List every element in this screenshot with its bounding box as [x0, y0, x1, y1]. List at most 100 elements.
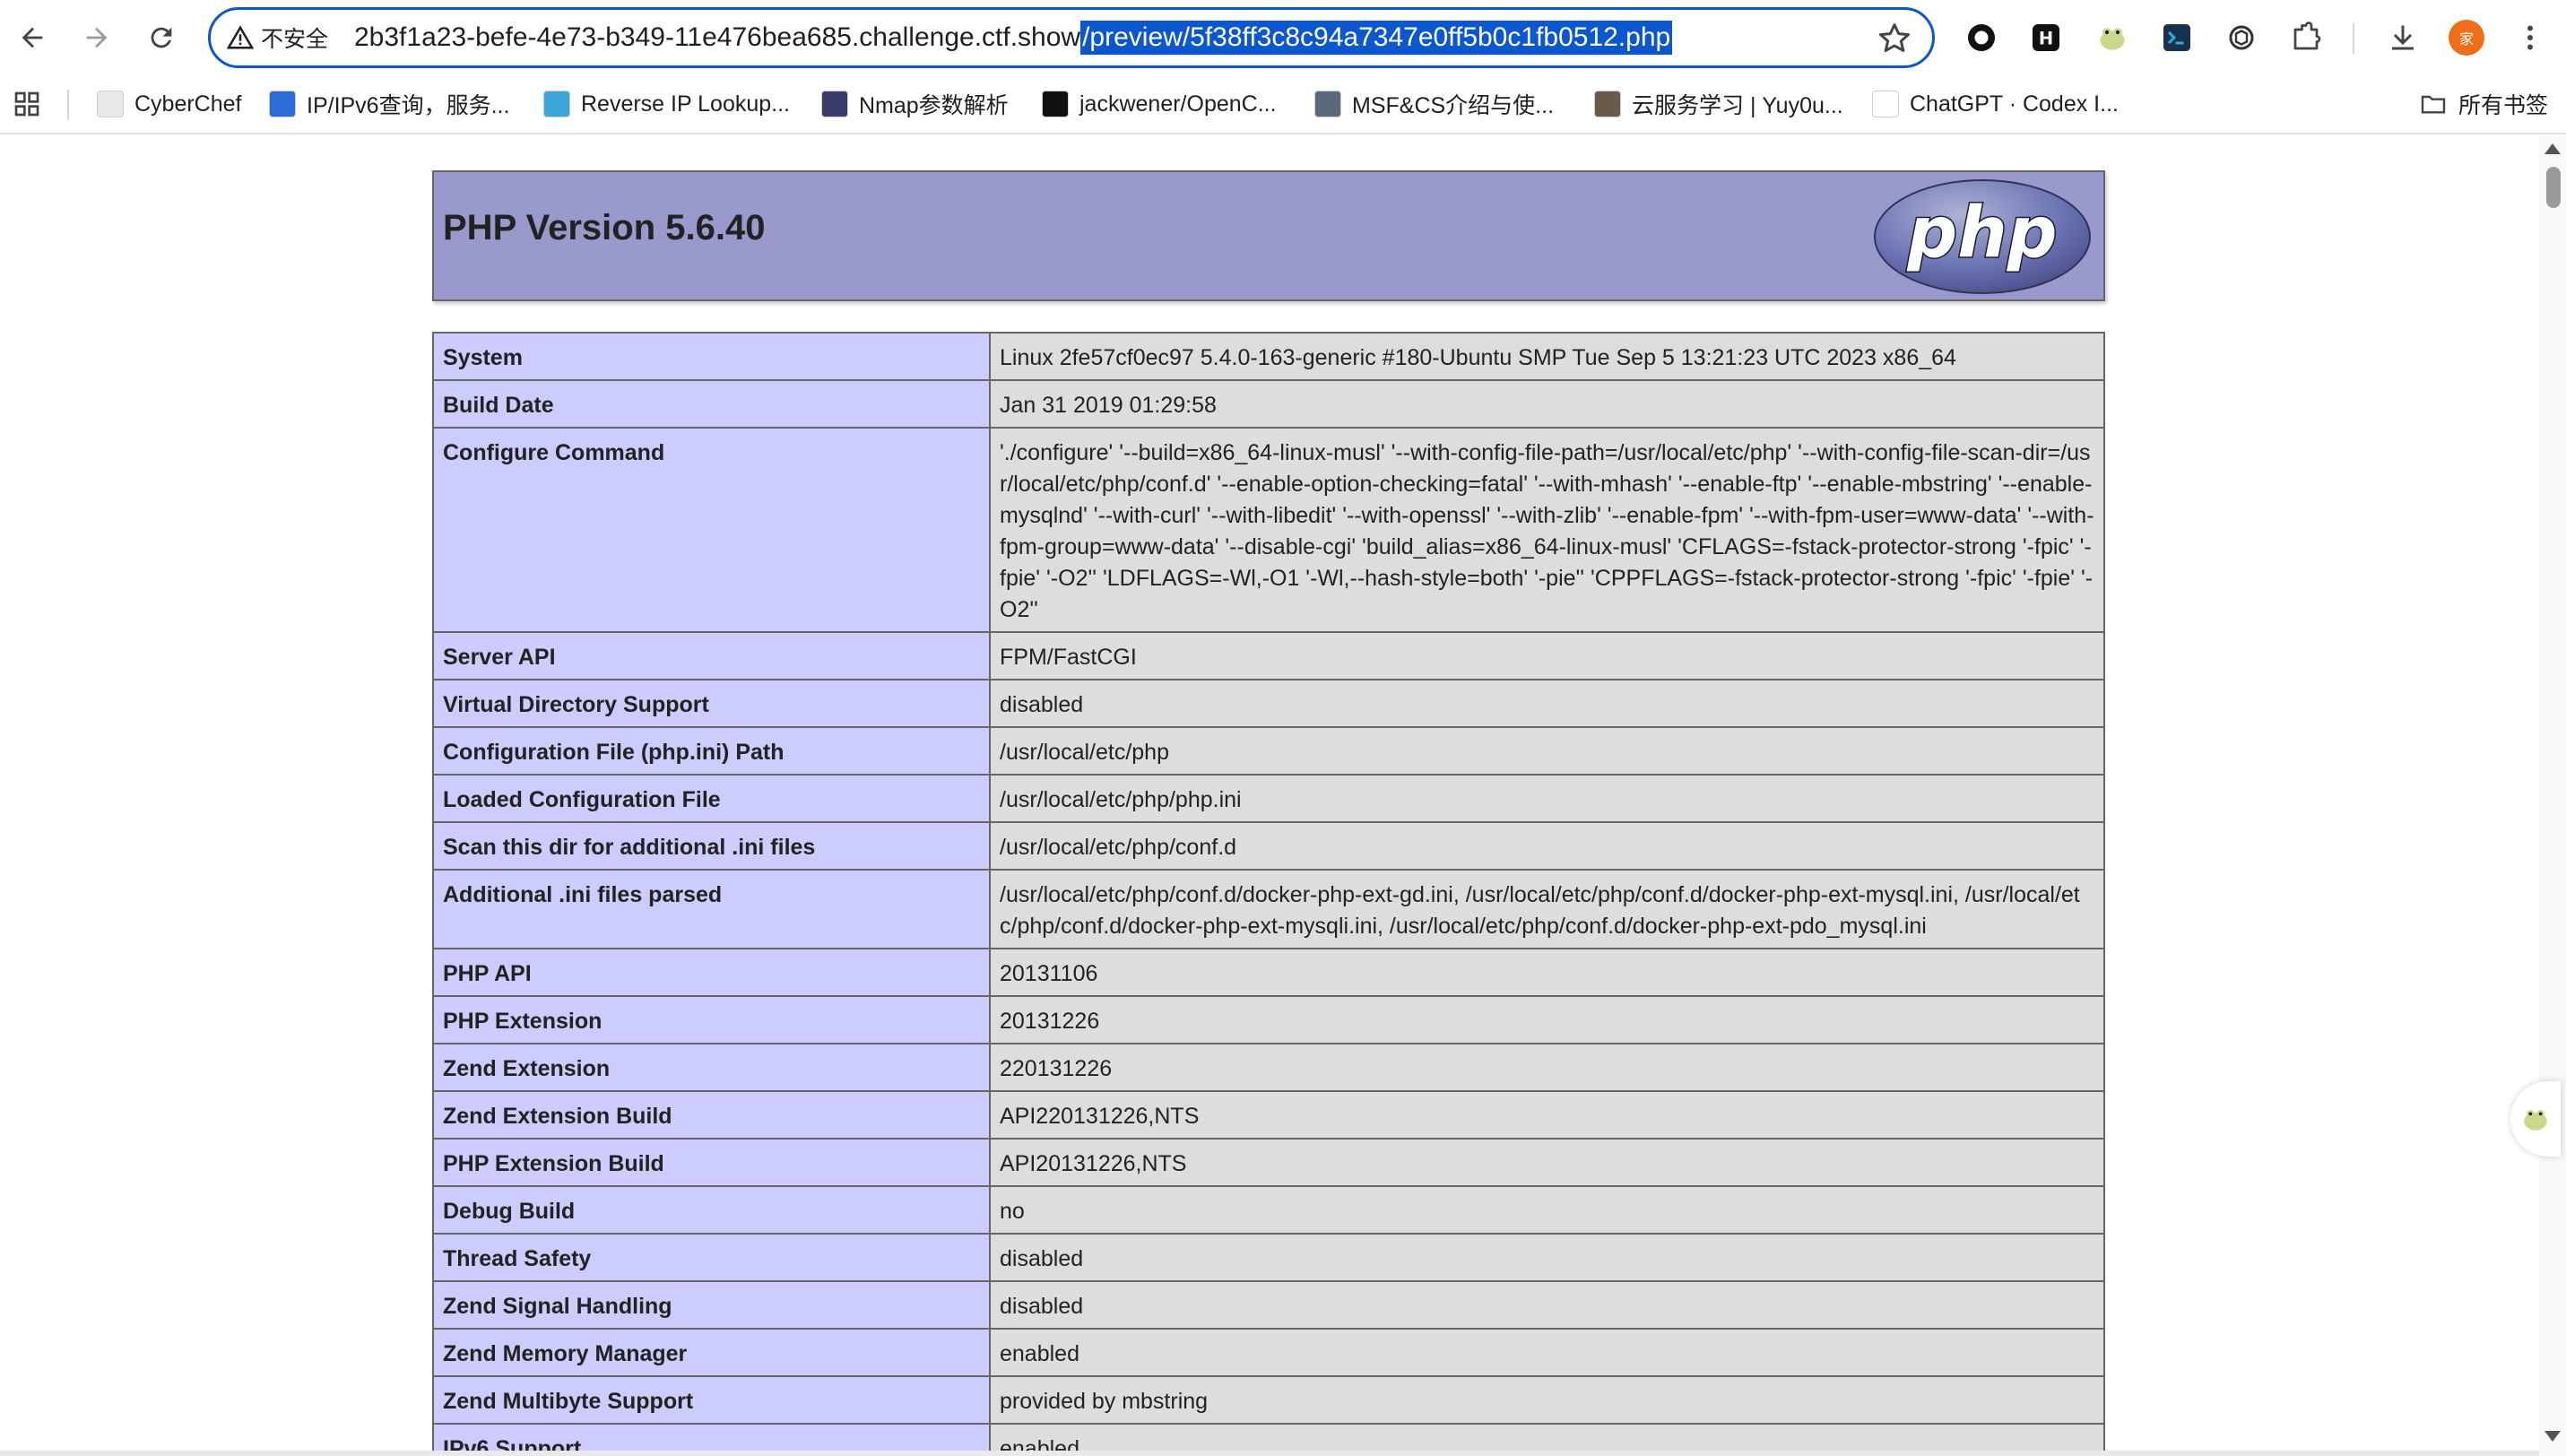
more-vert-icon — [2527, 25, 2533, 50]
extension-openai[interactable] — [2224, 20, 2259, 56]
openai-icon — [2229, 25, 2254, 50]
row-key: Thread Safety — [432, 1233, 991, 1282]
row-value: disabled — [989, 1280, 2105, 1330]
vertical-scrollbar[interactable] — [2539, 136, 2566, 1456]
row-value: no — [989, 1185, 2105, 1235]
bookmark-label: CyberChef — [134, 91, 242, 117]
browser-toolbar: 不安全 2b3f1a23-befe-4e73-b349-11e476bea685… — [0, 0, 2566, 75]
bookmark-favicon-icon — [1872, 91, 1899, 117]
bookmarks-separator — [67, 90, 69, 120]
bookmark-item[interactable]: ChatGPT · Codex I... — [1872, 86, 2119, 122]
back-button[interactable] — [11, 16, 54, 59]
row-value: /usr/local/etc/php/conf.d — [989, 821, 2105, 871]
php-header: PHP Version 5.6.40 php — [432, 170, 2105, 301]
bookmark-item[interactable]: 云服务学习 | Yuy0u... — [1594, 86, 1843, 122]
row-key: Zend Extension Build — [432, 1090, 991, 1140]
table-row: Zend Multibyte Support provided by mbstri… — [432, 1375, 2105, 1425]
svg-text:H: H — [2039, 29, 2053, 49]
warning-icon — [227, 25, 254, 49]
bookmark-item[interactable]: CyberChef — [97, 86, 242, 122]
bottom-edge — [0, 1451, 2539, 1456]
php-logo-icon: php — [1874, 179, 2091, 294]
row-key: Configuration File (php.ini) Path — [432, 726, 991, 776]
bookmark-favicon-icon — [1314, 91, 1341, 117]
table-row: PHP Extension 20131226 — [432, 995, 2105, 1044]
url-path-selected: /preview/5f38ff3c8c94a7347e0ff5b0c1fb051… — [1080, 21, 1673, 55]
table-row: Zend Signal Handling disabled — [432, 1280, 2105, 1330]
extensions-button[interactable] — [2288, 20, 2324, 56]
table-row: Configuration File (php.ini) Path/usr/lo… — [432, 726, 2105, 776]
row-key: Scan this dir for additional .ini files — [432, 821, 991, 871]
profile-avatar[interactable]: 家 — [2449, 20, 2484, 56]
row-value: API20131226,NTS — [989, 1138, 2105, 1187]
table-row: Server API FPM/FastCGI — [432, 631, 2105, 680]
table-row: Loaded Configuration File/usr/local/etc/… — [432, 774, 2105, 823]
menu-button[interactable] — [2512, 20, 2548, 56]
bookmark-label: 云服务学习 | Yuy0u... — [1632, 93, 1843, 118]
table-row: Thread Safety disabled — [432, 1233, 2105, 1282]
bookmark-label: ChatGPT · Codex I... — [1910, 91, 2119, 117]
url-host: 2b3f1a23-befe-4e73-b349-11e476bea685.cha… — [354, 22, 1081, 52]
table-row: Build Date Jan 31 2019 01:29:58 — [432, 379, 2105, 429]
bookmark-label: Reverse IP Lookup... — [581, 91, 791, 117]
folder-icon — [2421, 95, 2446, 114]
h-letter-icon: H — [2033, 24, 2059, 51]
download-icon — [2392, 25, 2414, 50]
bookmark-item[interactable]: MSF&CS介绍与使... — [1314, 86, 1554, 122]
security-indicator[interactable]: 不安全 — [227, 10, 328, 65]
bookmark-label: IP/IPv6查询，服务... — [307, 93, 510, 118]
row-value: Linux 2fe57cf0ec97 5.4.0-163-generic #18… — [989, 332, 2105, 381]
apps-grid-icon — [14, 91, 39, 117]
bookmark-favicon-icon — [97, 91, 124, 117]
row-value: /usr/local/etc/php — [989, 726, 2105, 776]
row-value: provided by mbstring — [989, 1375, 2105, 1425]
scroll-thumb[interactable] — [2546, 167, 2561, 208]
url-text[interactable]: 2b3f1a23-befe-4e73-b349-11e476bea685.cha… — [354, 10, 1673, 65]
bookmark-label: Nmap参数解析 — [859, 93, 1009, 118]
bookmark-favicon-icon — [1042, 91, 1069, 117]
row-value: 220131226 — [989, 1043, 2105, 1092]
row-key: Virtual Directory Support — [432, 679, 991, 728]
downloads-button[interactable] — [2385, 20, 2421, 56]
scroll-up-arrow-icon[interactable] — [2544, 143, 2561, 154]
bookmark-item[interactable]: IP/IPv6查询，服务... — [269, 86, 509, 122]
row-value: enabled — [989, 1328, 2105, 1377]
address-bar[interactable]: 不安全 2b3f1a23-befe-4e73-b349-11e476bea685… — [208, 7, 1935, 68]
terminal-icon — [2163, 24, 2190, 51]
row-value: 20131106 — [989, 948, 2105, 997]
puzzle-icon — [2293, 22, 2321, 50]
apps-button[interactable] — [13, 86, 41, 122]
extension-terminal[interactable] — [2159, 20, 2195, 56]
extension-frog[interactable] — [2094, 20, 2130, 56]
row-value: 20131226 — [989, 995, 2105, 1044]
row-value: disabled — [989, 679, 2105, 728]
row-key: Zend Multibyte Support — [432, 1375, 991, 1425]
bookmark-star-icon[interactable] — [1877, 21, 1912, 56]
bookmark-item[interactable]: Reverse IP Lookup... — [543, 86, 790, 122]
scroll-down-arrow-icon[interactable] — [2544, 1431, 2561, 1442]
forward-button[interactable] — [75, 16, 118, 59]
page-viewport: PHP Version 5.6.40 php System Linux 2fe57… — [0, 136, 2539, 1456]
toolbar-separator — [2353, 23, 2354, 54]
bookmark-item[interactable]: jackwener/OpenC... — [1042, 86, 1277, 122]
bookmark-item[interactable]: Nmap参数解析 — [821, 86, 1009, 122]
record-icon — [1968, 24, 1995, 51]
row-key: Additional .ini files parsed — [432, 869, 991, 949]
table-row: Virtual Directory Support disabled — [432, 679, 2105, 728]
reload-button[interactable] — [140, 16, 183, 59]
row-key: Zend Signal Handling — [432, 1280, 991, 1330]
reload-icon — [151, 27, 172, 48]
extension-circle[interactable] — [1964, 20, 1999, 56]
arrow-right-icon — [86, 27, 108, 48]
row-value: /usr/local/etc/php/conf.d/docker-php-ext… — [989, 869, 2105, 949]
bookmark-favicon-icon — [543, 91, 570, 117]
row-value: API220131226,NTS — [989, 1090, 2105, 1140]
extension-h[interactable]: H — [2028, 20, 2064, 56]
row-key: PHP Extension — [432, 995, 991, 1044]
php-logo-text: php — [1906, 193, 2057, 273]
arrow-left-icon — [22, 27, 43, 48]
bookmark-label: jackwener/OpenC... — [1079, 91, 1277, 117]
all-bookmarks[interactable]: 所有书签 — [2419, 86, 2548, 122]
row-key: Build Date — [432, 379, 991, 429]
table-row: Additional .ini files parsed/usr/local/e… — [432, 869, 2105, 949]
